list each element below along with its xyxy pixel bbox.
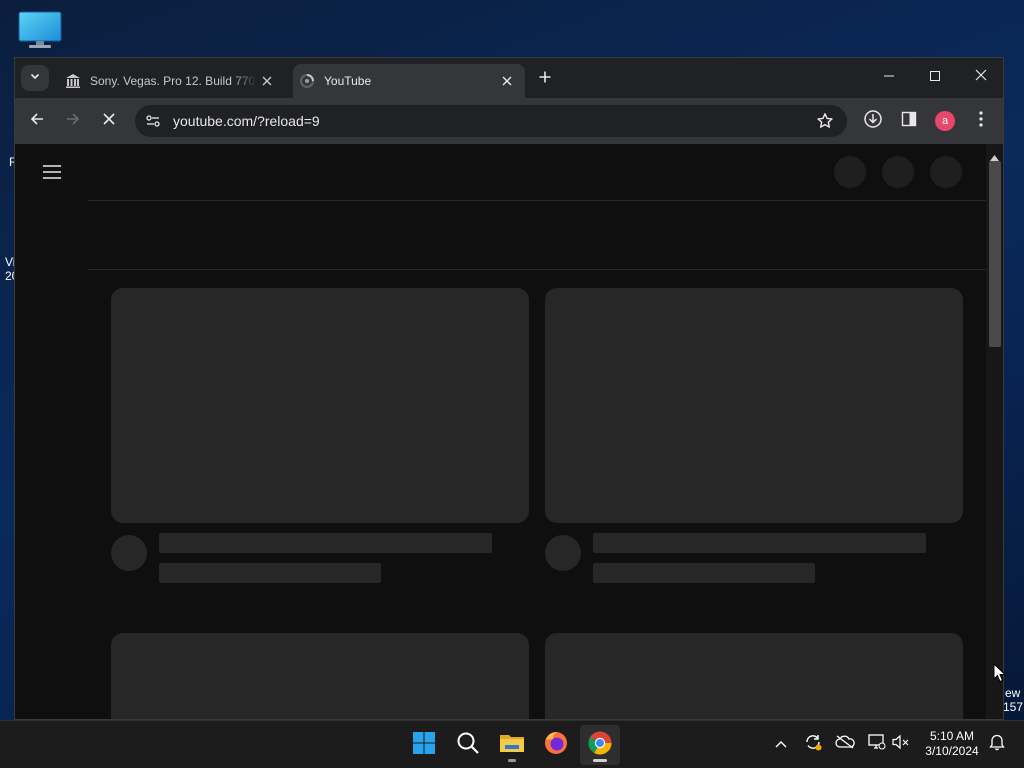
channel-avatar-placeholder [111, 535, 147, 571]
download-icon [863, 109, 883, 134]
video-meta-placeholder [593, 563, 815, 583]
network-button[interactable] [866, 733, 888, 755]
header-action-placeholder [882, 156, 914, 188]
sync-icon [804, 733, 822, 756]
side-panel-icon [901, 111, 917, 132]
chrome-menu-button[interactable] [967, 107, 995, 135]
clock-time: 5:10 AM [929, 729, 975, 743]
running-indicator [593, 759, 607, 762]
browser-toolbar: youtube.com/?reload=9 a [15, 98, 1003, 144]
arrow-right-icon [65, 111, 81, 132]
maximize-icon [930, 68, 940, 86]
tab-youtube[interactable]: YouTube [293, 64, 525, 98]
divider [88, 200, 986, 201]
cloud-offline-icon [835, 734, 855, 754]
plus-icon [539, 70, 551, 88]
hamburger-menu-icon[interactable] [42, 164, 62, 180]
desktop-label-fragment: 157 [1003, 700, 1024, 714]
volume-button[interactable] [890, 733, 912, 755]
header-action-placeholder [834, 156, 866, 188]
close-tab-icon[interactable] [257, 71, 277, 91]
network-disconnected-icon [868, 733, 886, 755]
new-tab-button[interactable] [533, 67, 557, 91]
url-text[interactable]: youtube.com/?reload=9 [173, 113, 809, 129]
mouse-cursor-icon [993, 662, 1007, 688]
speaker-muted-icon [892, 734, 910, 755]
header-action-placeholder [930, 156, 962, 188]
chevron-down-icon [29, 69, 41, 87]
maximize-button[interactable] [913, 62, 957, 92]
close-tab-icon[interactable] [497, 71, 517, 91]
channel-avatar-placeholder [545, 535, 581, 571]
bank-icon [65, 73, 81, 89]
video-title-placeholder [159, 533, 492, 553]
taskbar-chrome[interactable] [580, 725, 620, 765]
page-scrollbar[interactable] [986, 144, 1003, 719]
close-icon [103, 112, 115, 130]
tab-title: Sony. Vegas. Pro 12. Build 770.64 [90, 74, 257, 88]
video-thumbnail-placeholder [545, 288, 963, 523]
running-indicator [508, 759, 516, 762]
back-button[interactable] [23, 107, 51, 135]
divider [88, 269, 986, 270]
video-thumbnail-placeholder [545, 633, 963, 719]
taskbar: 5:10 AM 3/10/2024 [0, 720, 1024, 768]
windows-start-button[interactable] [404, 725, 444, 765]
avatar: a [935, 111, 955, 131]
browser-window: Sony. Vegas. Pro 12. Build 770.64 YouTub… [14, 57, 1004, 720]
this-pc-desktop-icon[interactable] [16, 10, 64, 50]
video-thumbnail-placeholder [111, 288, 529, 523]
search-icon [456, 731, 480, 760]
forward-button[interactable] [59, 107, 87, 135]
tab-search-button[interactable] [21, 65, 49, 91]
bell-icon [989, 733, 1005, 756]
chevron-up-icon [775, 735, 787, 753]
windows-start-icon [412, 731, 436, 760]
profile-button[interactable]: a [931, 107, 959, 135]
address-bar[interactable]: youtube.com/?reload=9 [135, 105, 847, 137]
taskbar-search-button[interactable] [448, 725, 488, 765]
stop-loading-button[interactable] [95, 107, 123, 135]
taskbar-clock[interactable]: 5:10 AM 3/10/2024 [920, 729, 984, 759]
taskbar-firefox[interactable] [536, 725, 576, 765]
tab-strip: Sony. Vegas. Pro 12. Build 770.64 YouTub… [15, 58, 1003, 98]
minimize-icon [884, 68, 894, 86]
notifications-button[interactable] [986, 733, 1008, 755]
chrome-icon [587, 730, 613, 761]
bookmark-star-icon[interactable] [809, 105, 841, 137]
loading-icon [299, 73, 315, 89]
arrow-left-icon [29, 111, 45, 132]
clock-date: 3/10/2024 [925, 744, 979, 758]
taskbar-file-explorer[interactable] [492, 725, 532, 765]
downloads-button[interactable] [859, 107, 887, 135]
close-window-button[interactable] [959, 62, 1003, 92]
video-title-placeholder [593, 533, 926, 553]
desktop-label-fragment: ew [1005, 686, 1021, 700]
video-thumbnail-placeholder [111, 633, 529, 719]
site-settings-icon[interactable] [137, 105, 169, 137]
side-panel-button[interactable] [895, 107, 923, 135]
file-explorer-icon [499, 732, 525, 759]
tab-title: YouTube [324, 74, 372, 88]
minimize-button[interactable] [867, 62, 911, 92]
onedrive-button[interactable] [834, 733, 856, 755]
firefox-icon [543, 730, 569, 761]
sync-status-button[interactable] [802, 733, 824, 755]
youtube-page-skeleton [15, 144, 1003, 719]
scrollbar-thumb[interactable] [989, 161, 1001, 347]
video-meta-placeholder [159, 563, 381, 583]
show-hidden-icons-button[interactable] [770, 733, 792, 755]
tab-sony-vegas[interactable]: Sony. Vegas. Pro 12. Build 770.64 [59, 64, 285, 98]
close-icon [975, 68, 987, 86]
more-vertical-icon [979, 110, 983, 132]
